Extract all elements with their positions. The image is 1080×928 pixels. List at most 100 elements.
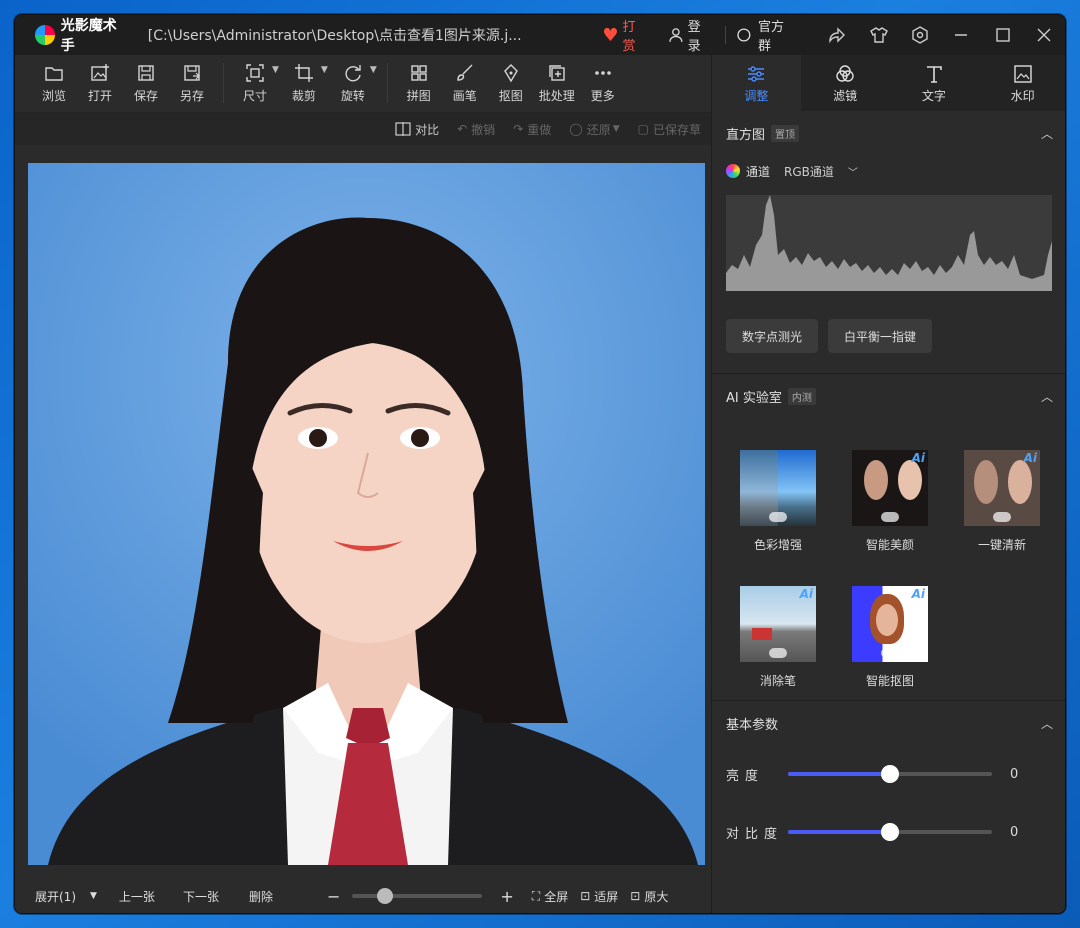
fullscreen-button[interactable]: ⛶ 全屏 bbox=[532, 888, 568, 905]
skin-icon[interactable] bbox=[858, 15, 899, 55]
chevron-up-icon[interactable]: ︿ bbox=[1041, 388, 1053, 405]
basic-params-header[interactable]: 基本参数 ︿ bbox=[712, 701, 1065, 745]
ai-eraser[interactable]: Ai 消除笔 bbox=[722, 558, 834, 694]
brush-button[interactable]: 画笔 bbox=[442, 55, 488, 104]
fit-icon: ⊡ bbox=[580, 889, 591, 903]
ai-tag: Ai bbox=[911, 451, 925, 465]
contrast-knob[interactable] bbox=[881, 823, 899, 841]
zoom-slider[interactable] bbox=[352, 888, 483, 904]
maximize-icon[interactable] bbox=[982, 15, 1023, 55]
spot-metering-button[interactable]: 数字点测光 bbox=[726, 319, 819, 353]
fit-screen-button[interactable]: ⊡ 适屏 bbox=[580, 888, 618, 905]
ai-lab-header[interactable]: AI 实验室 内测 ︿ bbox=[712, 374, 1065, 418]
ai-smart-beauty[interactable]: Ai 智能美颜 bbox=[834, 422, 946, 558]
share-icon[interactable] bbox=[816, 15, 857, 55]
tip-button[interactable]: ♥ 打赏 bbox=[602, 16, 648, 54]
original-icon: ⊡ bbox=[630, 889, 641, 903]
expand-button[interactable]: 展开(1) ▼ bbox=[35, 888, 97, 905]
toolbar-separator bbox=[223, 63, 224, 103]
histogram-title: 直方图 bbox=[726, 127, 766, 143]
channel-label: 通道 bbox=[746, 164, 771, 179]
ai-tag: Ai bbox=[911, 587, 925, 601]
next-button[interactable]: 下一张 bbox=[183, 888, 219, 905]
brightness-label: 亮度 bbox=[726, 768, 765, 784]
close-icon[interactable] bbox=[1024, 15, 1065, 55]
chevron-up-icon[interactable]: ︿ bbox=[1041, 125, 1053, 142]
plus-icon: + bbox=[500, 886, 514, 906]
editor-area: 浏览 打开 保存 另存 尺寸 ▼ 裁剪 ▼ 旋转 ▼ 拼图 画笔 抠图 批处理 … bbox=[15, 55, 711, 913]
crop-dropdown-icon[interactable]: ▼ bbox=[321, 65, 328, 75]
sliders-icon bbox=[748, 65, 765, 82]
contrast-value: 0 bbox=[1010, 824, 1019, 840]
save-as-icon bbox=[184, 65, 200, 81]
prev-button[interactable]: 上一张 bbox=[119, 888, 155, 905]
zoom-out-button[interactable]: − bbox=[327, 887, 340, 906]
ai-color-enhance[interactable]: 色彩增强 bbox=[722, 422, 834, 558]
delete-label: 删除 bbox=[248, 889, 273, 904]
tab-filter[interactable]: 滤镜 bbox=[801, 55, 890, 111]
expand-label: 展开(1) bbox=[35, 889, 76, 904]
smart-cutout-thumbnail: Ai bbox=[852, 586, 928, 662]
tab-text[interactable]: 文字 bbox=[890, 55, 979, 111]
tab-watermark-label: 水印 bbox=[1010, 88, 1035, 103]
app-name: 光影魔术手 bbox=[60, 18, 117, 54]
histogram-buttons: 数字点测光 白平衡一指键 bbox=[712, 291, 1065, 353]
cutout-button[interactable]: 抠图 bbox=[488, 55, 534, 104]
open-label: 打开 bbox=[87, 89, 112, 103]
channel-value: RGB通道 bbox=[784, 164, 834, 179]
prev-label: 上一张 bbox=[118, 889, 155, 904]
rotate-icon bbox=[345, 65, 361, 82]
tab-filter-label: 滤镜 bbox=[833, 88, 858, 103]
minimize-icon[interactable] bbox=[941, 15, 982, 55]
save-button[interactable]: 保存 bbox=[123, 55, 169, 104]
sub-toolbar: 对比 ↶ 撤销 ↷ 重做 ◯ 还原 ▼ ▢ 已保存草 bbox=[15, 113, 711, 145]
batch-button[interactable]: 批处理 bbox=[534, 55, 580, 104]
open-button[interactable]: 打开 bbox=[77, 55, 123, 104]
ai-smart-cutout[interactable]: Ai 智能抠图 bbox=[834, 558, 946, 694]
rotate-button[interactable]: 旋转 bbox=[330, 55, 376, 104]
save-draft-button[interactable]: ▢ 已保存草 bbox=[638, 121, 701, 138]
undo-icon: ↶ bbox=[457, 122, 468, 136]
contrast-row: 对比度 0 bbox=[712, 803, 1065, 861]
brightness-slider[interactable] bbox=[788, 765, 992, 783]
redo-button[interactable]: ↷ 重做 bbox=[513, 121, 551, 138]
ai-lab-title: AI 实验室 bbox=[726, 390, 782, 406]
original-size-button[interactable]: ⊡ 原大 bbox=[630, 888, 668, 905]
restore-button[interactable]: ◯ 还原 ▼ bbox=[569, 121, 619, 138]
zoom-in-button[interactable]: + bbox=[500, 887, 513, 906]
zoom-slider-knob[interactable] bbox=[376, 888, 393, 904]
collage-button[interactable]: 拼图 bbox=[396, 55, 442, 104]
undo-label: 撤销 bbox=[471, 122, 496, 137]
contrast-slider[interactable] bbox=[788, 823, 992, 841]
compare-button[interactable]: 对比 bbox=[395, 121, 439, 138]
channel-row: 通道 RGB通道 ﹀ bbox=[712, 155, 1065, 187]
rotate-dropdown-icon[interactable]: ▼ bbox=[370, 65, 377, 75]
official-group-button[interactable]: 官方群 bbox=[736, 16, 796, 54]
crop-button[interactable]: 裁剪 bbox=[281, 55, 327, 104]
settings-icon[interactable] bbox=[899, 15, 940, 55]
user-icon bbox=[669, 28, 683, 42]
delete-button[interactable]: 删除 bbox=[249, 888, 273, 905]
browse-button[interactable]: 浏览 bbox=[31, 55, 77, 104]
contrast-label: 对比度 bbox=[726, 826, 784, 842]
login-button[interactable]: 登录 bbox=[668, 16, 713, 54]
fullscreen-icon: ⛶ bbox=[531, 888, 541, 903]
white-balance-button[interactable]: 白平衡一指键 bbox=[828, 319, 933, 353]
size-dropdown-icon[interactable]: ▼ bbox=[272, 65, 279, 75]
tab-adjust[interactable]: 调整 bbox=[712, 55, 801, 111]
tab-adjust-label: 调整 bbox=[744, 88, 769, 103]
chevron-up-icon[interactable]: ︿ bbox=[1041, 715, 1053, 732]
size-button[interactable]: 尺寸 bbox=[232, 55, 278, 104]
ai-one-click-fresh[interactable]: Ai 一键清新 bbox=[946, 422, 1058, 558]
undo-button[interactable]: ↶ 撤销 bbox=[457, 121, 495, 138]
more-icon bbox=[594, 71, 611, 75]
photo-canvas[interactable] bbox=[28, 163, 705, 865]
tab-watermark[interactable]: 水印 bbox=[978, 55, 1065, 111]
brightness-knob[interactable] bbox=[881, 765, 899, 783]
histogram-header[interactable]: 直方图 置顶 ︿ bbox=[712, 111, 1065, 155]
channel-select[interactable]: RGB通道 ﹀ bbox=[784, 163, 858, 180]
pin-badge[interactable]: 置顶 bbox=[771, 124, 800, 142]
more-button[interactable]: 更多 bbox=[580, 55, 626, 104]
cutout-label: 抠图 bbox=[498, 89, 523, 103]
save-as-button[interactable]: 另存 bbox=[169, 55, 215, 104]
